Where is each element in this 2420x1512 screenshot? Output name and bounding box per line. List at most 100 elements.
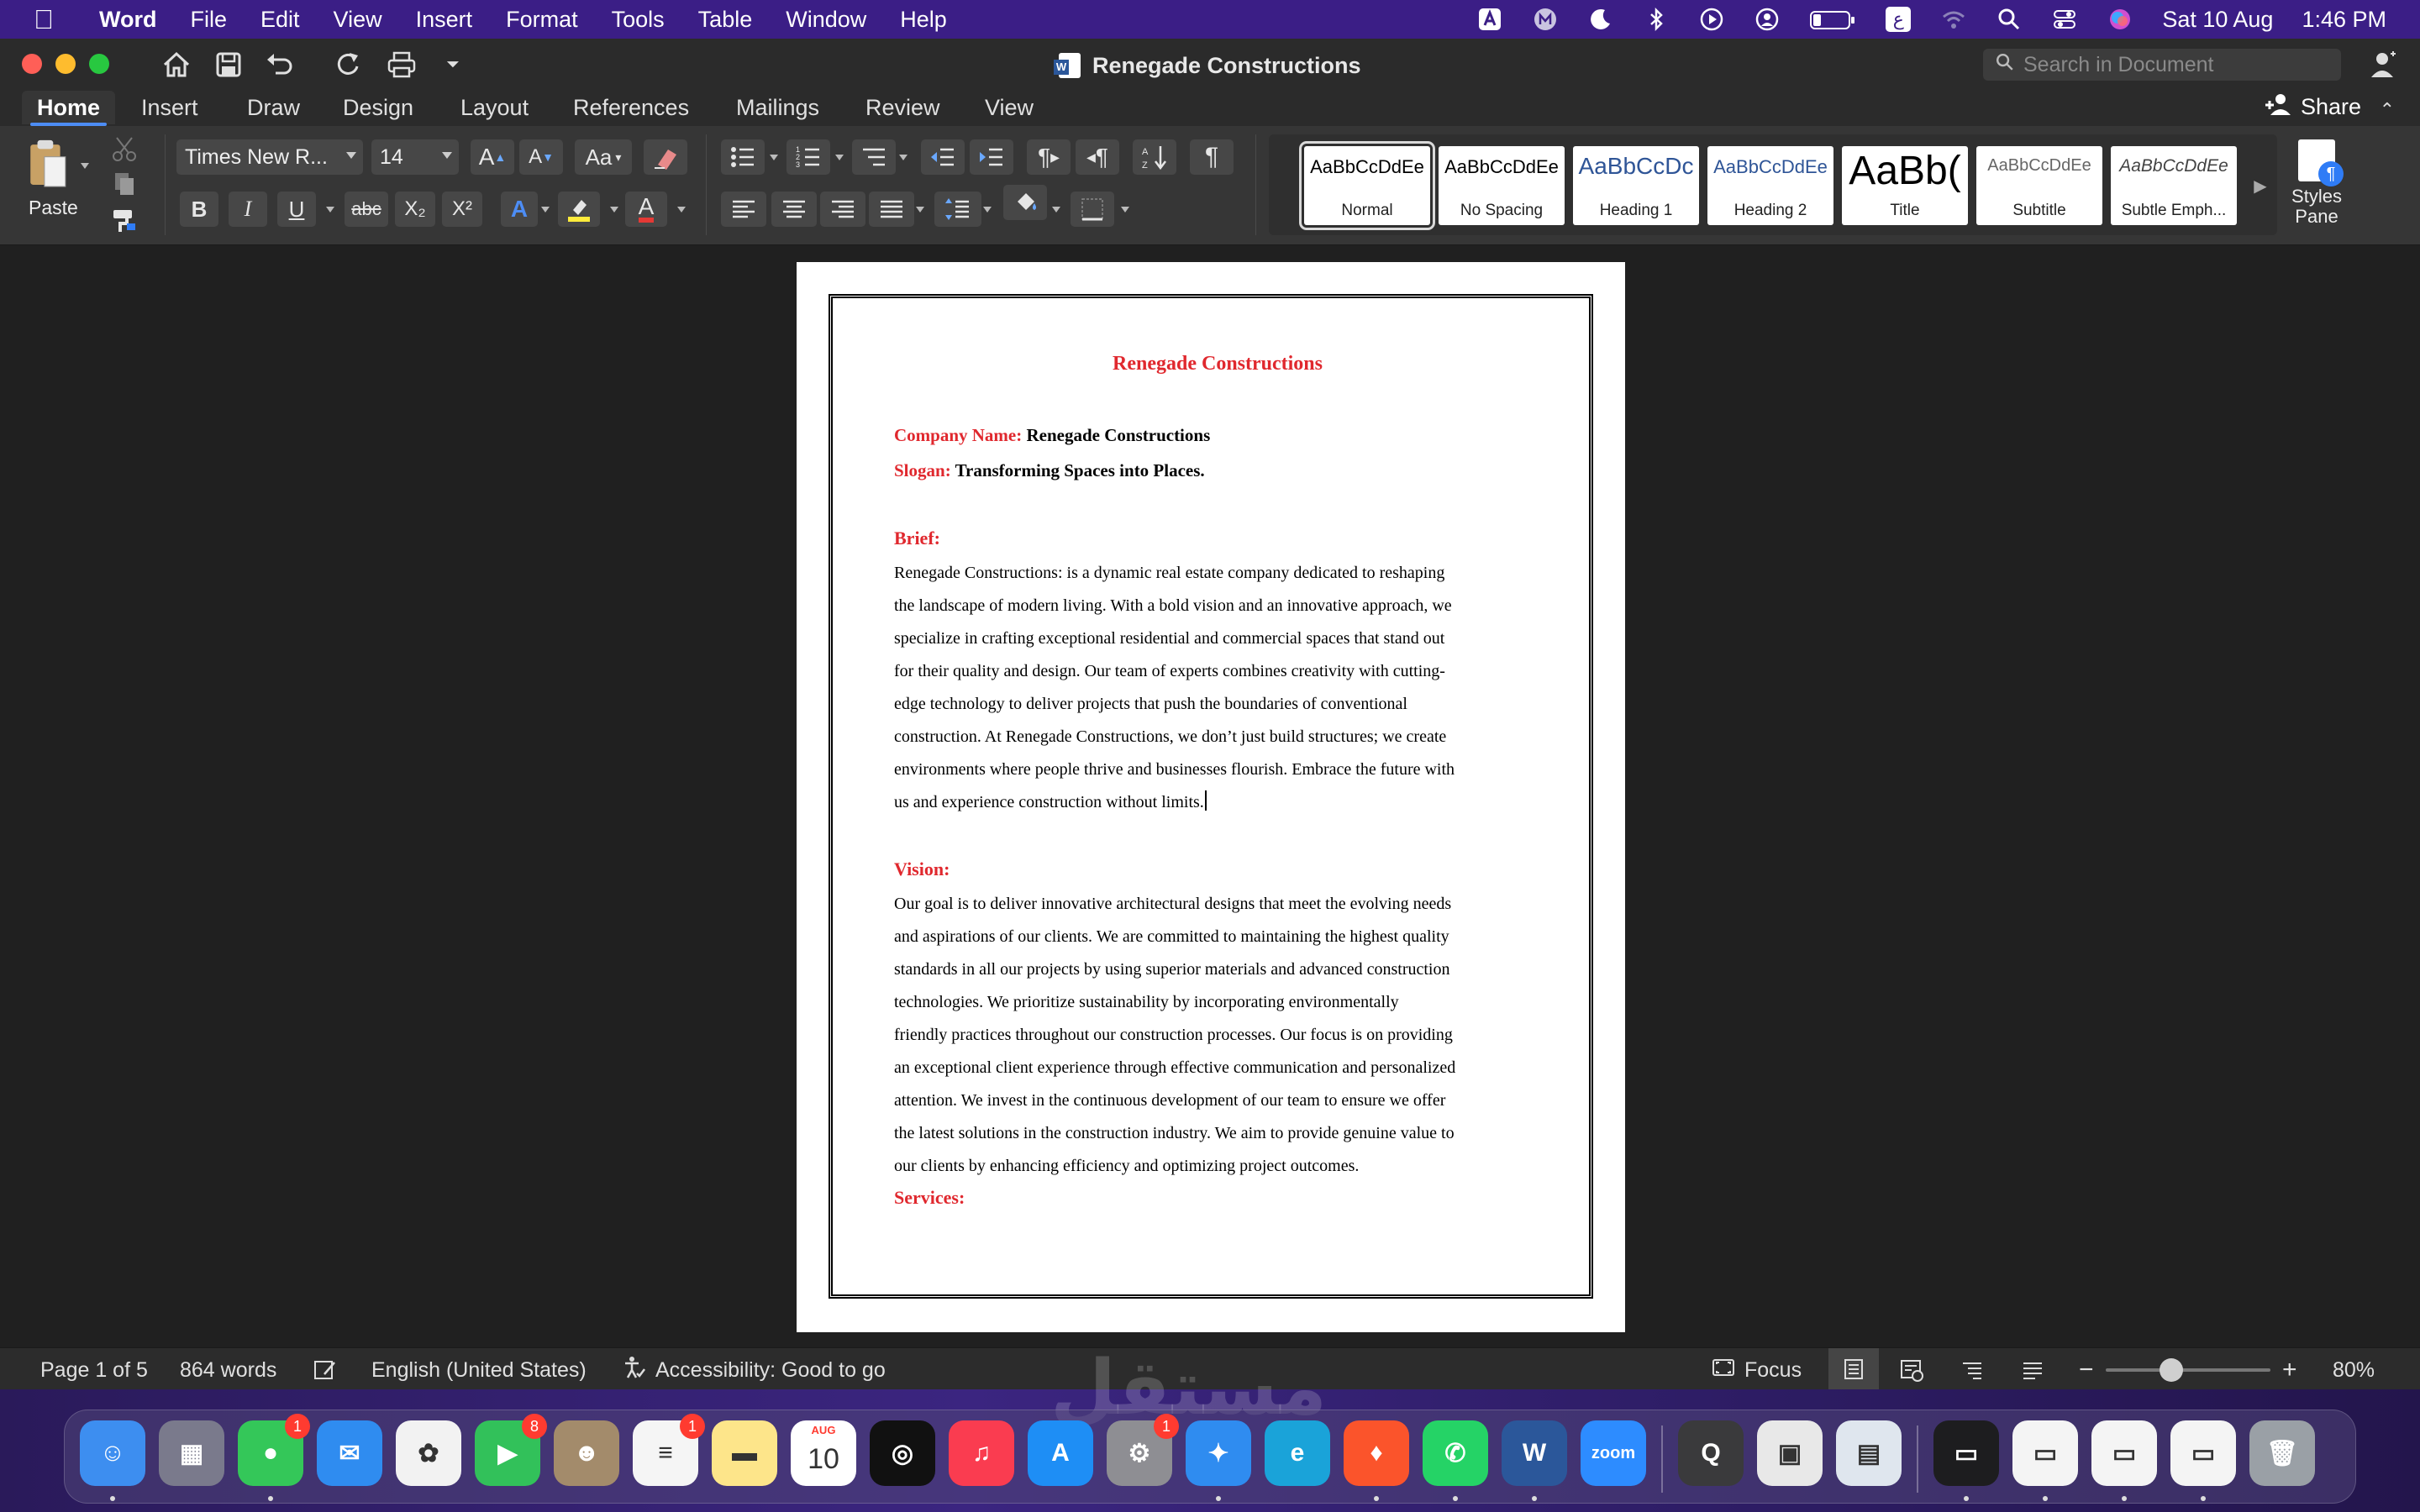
ltr-paragraph-icon[interactable]: ¶ ▶ (1027, 139, 1071, 175)
undo-icon[interactable] (262, 47, 296, 82)
print-layout-view-icon[interactable] (1828, 1348, 1879, 1390)
bullets-dropdown-icon[interactable] (770, 155, 778, 160)
menu-format[interactable]: Format (506, 7, 578, 33)
search-icon[interactable] (1996, 6, 2023, 33)
page-count[interactable]: Page 1 of 5 (40, 1358, 148, 1382)
menubar-date[interactable]: Sat 10 Aug (2162, 7, 2273, 33)
shrink-font-icon[interactable]: A ▼ (519, 139, 563, 175)
word-count[interactable]: 864 words (180, 1358, 276, 1382)
a-icon[interactable] (1476, 6, 1503, 33)
style-subtle-emphasis[interactable]: AaBbCcDdEe Subtle Emph... (2111, 146, 2237, 225)
dock-app-store-icon[interactable]: A (1028, 1420, 1093, 1486)
menu-view[interactable]: View (334, 7, 382, 33)
font-color-dropdown-icon[interactable] (677, 207, 686, 213)
control-center-icon[interactable] (2051, 6, 2078, 33)
focus-button[interactable]: Focus (1711, 1358, 1802, 1382)
dock-image-capture-icon[interactable]: ▤ (1836, 1420, 1902, 1486)
dock-window-2-icon[interactable]: ▭ (2012, 1420, 2078, 1486)
paste-icon[interactable] (22, 134, 72, 193)
bluetooth-icon[interactable] (1643, 6, 1670, 33)
italic-button[interactable]: I (229, 192, 267, 227)
grow-font-icon[interactable]: A ▲ (471, 139, 514, 175)
siri-icon[interactable] (2107, 6, 2133, 33)
style-heading-2[interactable]: AaBbCcDdEe Heading 2 (1707, 146, 1833, 225)
strikethrough-button[interactable]: abc (345, 192, 388, 227)
shading-dropdown-icon[interactable] (1052, 207, 1060, 213)
menubar-time[interactable]: 1:46 PM (2302, 7, 2386, 33)
outline-view-icon[interactable] (1960, 1358, 1985, 1382)
print-icon[interactable] (383, 47, 420, 82)
dock-launchpad-icon[interactable]: ▦ (159, 1420, 224, 1486)
justify-dropdown-icon[interactable] (916, 207, 924, 213)
numbering-icon[interactable]: 123 (786, 139, 830, 175)
draft-view-icon[interactable] (2020, 1358, 2045, 1382)
moon-icon[interactable] (1587, 6, 1614, 33)
paste-label[interactable]: Paste (29, 197, 78, 219)
copy-icon[interactable] (109, 166, 139, 202)
tab-insert[interactable]: Insert (141, 91, 198, 124)
line-spacing-icon[interactable] (934, 192, 981, 227)
decrease-indent-icon[interactable] (921, 139, 965, 175)
dock-mail-icon[interactable]: ✉ (317, 1420, 382, 1486)
window-zoom-button[interactable] (89, 54, 109, 74)
window-close-button[interactable] (22, 54, 42, 74)
document-canvas[interactable]: Renegade Constructions Company Name: Ren… (0, 245, 2420, 1347)
clear-formatting-icon[interactable] (644, 139, 687, 175)
menu-table[interactable]: Table (698, 7, 753, 33)
increase-indent-icon[interactable] (970, 139, 1013, 175)
tab-design[interactable]: Design (343, 91, 413, 124)
borders-dropdown-icon[interactable] (1121, 207, 1129, 213)
paste-dropdown-icon[interactable] (81, 163, 89, 169)
apple-menu-icon[interactable]:  (34, 6, 57, 33)
dock-fitness-icon[interactable]: ◎ (870, 1420, 935, 1486)
highlight-dropdown-icon[interactable] (610, 207, 618, 213)
menu-window[interactable]: Window (786, 7, 866, 33)
text-effects-dropdown-icon[interactable] (541, 207, 550, 213)
zoom-level[interactable]: 80% (2333, 1358, 2375, 1382)
accessibility-checker[interactable]: Accessibility: Good to go (622, 1356, 886, 1382)
style-subtitle[interactable]: AaBbCcDdEe Subtitle (1976, 146, 2102, 225)
share-button[interactable]: Share (2264, 91, 2361, 123)
zoom-in-button[interactable]: + (2282, 1356, 2297, 1383)
play-circle-icon[interactable] (1698, 6, 1725, 33)
web-layout-view-icon[interactable] (1899, 1358, 1924, 1382)
document-page[interactable]: Renegade Constructions Company Name: Ren… (797, 262, 1625, 1332)
save-icon[interactable] (212, 47, 245, 82)
customize-toolbar-icon[interactable]: ⏷ (442, 47, 464, 82)
dock-preview-app-icon[interactable]: ▣ (1757, 1420, 1823, 1486)
language-indicator[interactable]: English (United States) (371, 1358, 587, 1382)
dock-window-3-icon[interactable]: ▭ (2091, 1420, 2157, 1486)
cut-icon[interactable] (109, 131, 139, 166)
menu-insert[interactable]: Insert (416, 7, 473, 33)
redo-icon[interactable] (331, 47, 365, 82)
underline-button[interactable]: U (277, 192, 316, 227)
dock-notes-icon[interactable]: ▬ (712, 1420, 777, 1486)
multilevel-list-icon[interactable] (852, 139, 896, 175)
dock-window-4-icon[interactable]: ▭ (2170, 1420, 2236, 1486)
zoom-slider-track[interactable] (2106, 1368, 2270, 1372)
font-size-dropdown[interactable]: 14 (371, 139, 459, 175)
window-minimize-button[interactable] (55, 54, 76, 74)
zoom-out-button[interactable]: − (2079, 1356, 2094, 1383)
dock-photos-icon[interactable]: ✿ (396, 1420, 461, 1486)
align-right-icon[interactable] (820, 192, 865, 227)
dock-window-1-icon[interactable]: ▭ (1933, 1420, 1999, 1486)
zoom-slider-thumb[interactable] (2160, 1358, 2183, 1382)
tab-review[interactable]: Review (865, 91, 940, 124)
m-icon[interactable] (1532, 6, 1559, 33)
tab-draw[interactable]: Draw (247, 91, 300, 124)
bold-button[interactable]: B (180, 192, 218, 227)
tab-home[interactable]: Home (22, 91, 116, 126)
dock-reminders-icon[interactable]: ≡ 1 (633, 1414, 705, 1486)
subscript-button[interactable]: X₂ (395, 192, 435, 227)
dock-messages-icon[interactable]: ● 1 (238, 1414, 310, 1486)
dock-safari-icon[interactable]: ✦ (1186, 1420, 1251, 1486)
dock-facetime-icon[interactable]: ▶ 8 (475, 1414, 547, 1486)
battery-icon[interactable] (1809, 6, 1856, 33)
align-left-icon[interactable] (721, 192, 766, 227)
dock-quicktime-icon[interactable]: Q (1678, 1420, 1744, 1486)
search-in-document[interactable] (1983, 49, 2341, 81)
dock-brave-icon[interactable]: ♦ (1344, 1420, 1409, 1486)
shading-icon[interactable] (1003, 185, 1047, 220)
highlight-color-icon[interactable] (558, 192, 600, 227)
